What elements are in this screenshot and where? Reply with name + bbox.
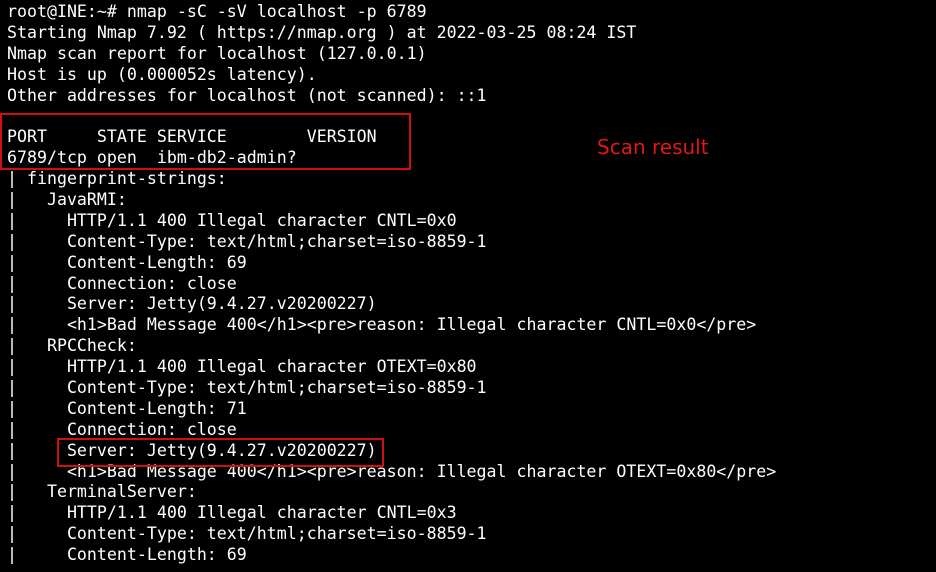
output-line: Host is up (0.000052s latency). — [7, 64, 317, 84]
output-line: | fingerprint-strings: — [7, 169, 227, 189]
output-line: | HTTP/1.1 400 Illegal character OTEXT=0… — [7, 357, 477, 377]
output-line: | Server: Jetty(9.4.27.v20200227) — [7, 294, 377, 314]
output-line: | RPCCheck: — [7, 336, 137, 356]
prompt-command-line: root@INE:~# nmap -sC -sV localhost -p 67… — [7, 2, 427, 21]
output-line: | HTTP/1.1 400 Illegal character CNTL=0x… — [7, 210, 457, 230]
output-line: | HTTP/1.1 400 Illegal character CNTL=0x… — [7, 503, 457, 523]
output-line: | Content-Type: text/html;charset=iso-88… — [7, 524, 487, 544]
output-line: | TerminalServer: — [7, 482, 197, 502]
server-version-highlight-box — [57, 438, 384, 467]
output-line: Nmap scan report for localhost (127.0.0.… — [7, 43, 427, 63]
output-line: Other addresses for localhost (not scann… — [7, 85, 487, 105]
scan-result-highlight-box — [0, 113, 411, 170]
scan-result-annotation: Scan result — [597, 135, 709, 159]
terminal-window[interactable]: root@INE:~# nmap -sC -sV localhost -p 67… — [0, 0, 936, 572]
output-line: Starting Nmap 7.92 ( https://nmap.org ) … — [7, 22, 637, 42]
output-line: | Content-Type: text/html;charset=iso-88… — [7, 378, 487, 398]
output-line: | <h1>Bad Message 400</h1><pre>reason: I… — [7, 315, 757, 335]
output-line: | Content-Length: 69 — [7, 545, 247, 565]
terminal-output: root@INE:~# nmap -sC -sV localhost -p 67… — [7, 2, 776, 566]
output-line: | Content-Type: text/html;charset=iso-88… — [7, 231, 487, 251]
output-line: | JavaRMI: — [7, 190, 127, 210]
output-line: | Content-Length: 71 — [7, 398, 247, 418]
output-line: | Content-Length: 69 — [7, 252, 247, 272]
output-line: | Connection: close — [7, 273, 237, 293]
